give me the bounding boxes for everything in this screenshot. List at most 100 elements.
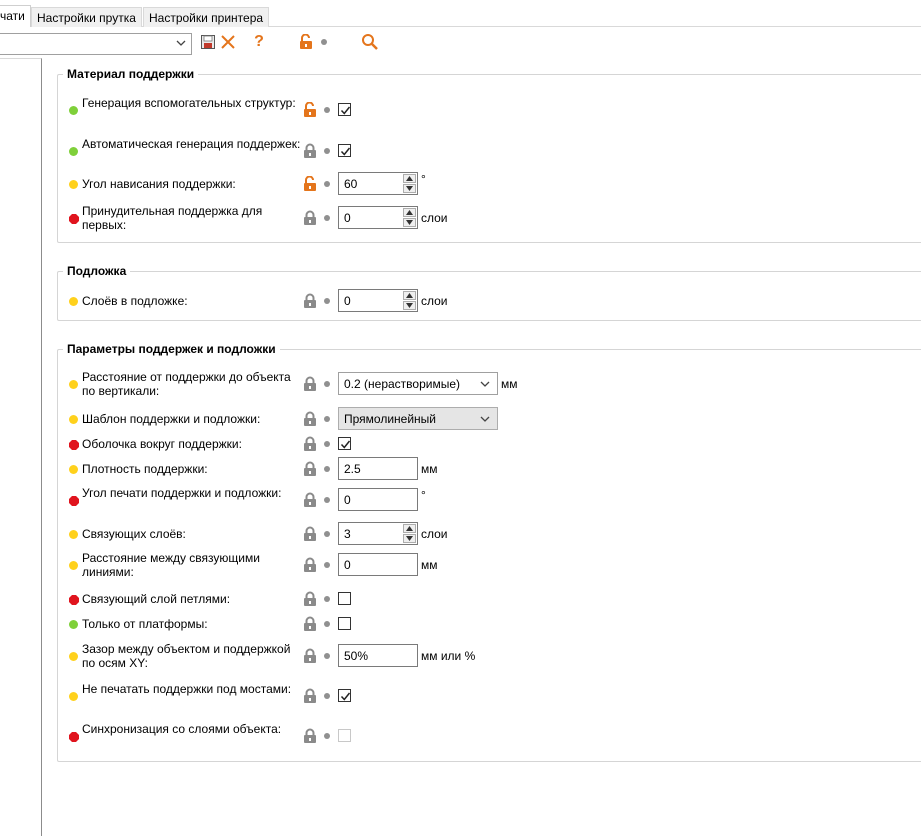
option-text-field[interactable]: 0 xyxy=(338,553,418,576)
unlock-icon[interactable] xyxy=(303,175,317,192)
spin-up-icon[interactable] xyxy=(403,174,416,183)
spin-up-icon[interactable] xyxy=(403,208,416,217)
reset-dot-icon[interactable] xyxy=(324,562,330,568)
option-checkbox[interactable] xyxy=(338,592,351,605)
lock-icon[interactable] xyxy=(303,526,317,542)
reset-dot-icon[interactable] xyxy=(324,531,330,537)
search-icon[interactable] xyxy=(360,32,380,52)
option-label: Угол печати поддержки и подложки: xyxy=(82,486,282,500)
lock-icon[interactable] xyxy=(303,376,317,392)
spinner-value[interactable]: 0 xyxy=(344,294,351,308)
option-checkbox[interactable] xyxy=(338,617,351,630)
option-spinner[interactable]: 3 xyxy=(338,522,418,545)
unlock-icon[interactable] xyxy=(296,32,316,52)
spin-up-icon[interactable] xyxy=(403,524,416,533)
lock-icon[interactable] xyxy=(303,648,317,664)
lock-icon[interactable] xyxy=(303,210,317,226)
reset-dot-icon[interactable] xyxy=(324,497,330,503)
option-text-field[interactable]: 0 xyxy=(338,488,418,511)
option-row: Генерация вспомогательных структур: xyxy=(58,95,921,125)
option-label: Оболочка вокруг поддержки: xyxy=(82,437,242,451)
preset-toolbar: ? xyxy=(0,27,921,57)
spinner-value[interactable]: 60 xyxy=(344,177,357,191)
option-label: Угол нависания поддержки: xyxy=(82,177,236,191)
field-value[interactable]: 0 xyxy=(344,558,351,572)
lock-icon[interactable] xyxy=(303,293,317,309)
reset-dot-icon[interactable] xyxy=(324,441,330,447)
option-checkbox[interactable] xyxy=(338,144,351,157)
spin-down-icon[interactable] xyxy=(403,218,416,227)
status-yellow-dot-icon xyxy=(69,297,78,306)
reset-dot-icon[interactable] xyxy=(324,621,330,627)
help-icon[interactable]: ? xyxy=(249,32,269,52)
status-yellow-dot-icon xyxy=(69,180,78,189)
reset-dot-icon[interactable] xyxy=(324,181,330,187)
option-checkbox[interactable] xyxy=(338,689,351,702)
save-icon[interactable] xyxy=(198,32,218,52)
status-yellow-dot-icon xyxy=(69,692,78,701)
spinner-value[interactable]: 0 xyxy=(344,211,351,225)
reset-dot-icon[interactable] xyxy=(324,215,330,221)
field-value[interactable]: 2.5 xyxy=(344,462,361,476)
spin-down-icon[interactable] xyxy=(403,301,416,310)
unlock-icon[interactable] xyxy=(303,101,317,118)
spinner-value[interactable]: 3 xyxy=(344,527,351,541)
spinner-buttons xyxy=(403,174,416,193)
lock-icon[interactable] xyxy=(303,461,317,477)
lock-icon[interactable] xyxy=(303,557,317,573)
option-unit: мм или % xyxy=(421,649,476,663)
settings-group: Материал поддержки Генерация вспомогатель… xyxy=(57,67,921,243)
option-checkbox[interactable] xyxy=(338,103,351,116)
option-label: Генерация вспомогательных структур: xyxy=(82,96,296,110)
reset-dot-icon[interactable] xyxy=(324,298,330,304)
page-tree-panel[interactable] xyxy=(0,58,42,836)
tab-filament-settings[interactable]: Настройки прутка xyxy=(31,7,142,27)
option-text-field[interactable]: 50% xyxy=(338,644,418,667)
option-checkbox xyxy=(338,729,351,742)
option-text-field[interactable]: 2.5 xyxy=(338,457,418,480)
lock-icon[interactable] xyxy=(303,436,317,452)
lock-icon[interactable] xyxy=(303,688,317,704)
reset-dot-icon[interactable] xyxy=(324,693,330,699)
option-label: Не печатать поддержки под мостами: xyxy=(82,682,292,696)
reset-dot-icon[interactable] xyxy=(324,148,330,154)
status-green-dot-icon xyxy=(69,106,78,115)
field-value[interactable]: 50% xyxy=(344,649,368,663)
field-value[interactable]: 0 xyxy=(344,493,351,507)
option-dropdown[interactable]: 0.2 (нерастворимые) xyxy=(338,372,498,395)
lock-icon[interactable] xyxy=(303,143,317,159)
chevron-down-icon xyxy=(176,40,186,46)
option-spinner[interactable]: 0 xyxy=(338,206,418,229)
reset-dot-icon[interactable] xyxy=(324,416,330,422)
reset-dot-icon[interactable] xyxy=(324,107,330,113)
delete-icon[interactable] xyxy=(218,32,238,52)
lock-icon[interactable] xyxy=(303,616,317,632)
spin-up-icon[interactable] xyxy=(403,291,416,300)
option-row: Автоматическая генерация поддержек: xyxy=(58,136,921,166)
reset-dot-icon[interactable] xyxy=(324,653,330,659)
option-spinner[interactable]: 60 xyxy=(338,172,418,195)
option-label: Расстояние между связующими линиями: xyxy=(82,551,260,579)
spin-down-icon[interactable] xyxy=(403,184,416,193)
option-row: Слоёв в подложке: 0 слои xyxy=(58,286,921,316)
reset-dot-icon[interactable] xyxy=(324,596,330,602)
spin-down-icon[interactable] xyxy=(403,534,416,543)
option-unit: слои xyxy=(421,527,448,541)
option-label: Слоёв в подложке: xyxy=(82,294,188,308)
reset-dot-icon[interactable] xyxy=(324,733,330,739)
option-spinner[interactable]: 0 xyxy=(338,289,418,312)
lock-icon[interactable] xyxy=(303,492,317,508)
option-checkbox[interactable] xyxy=(338,437,351,450)
option-label: Автоматическая генерация поддержек: xyxy=(82,137,301,151)
lock-icon[interactable] xyxy=(303,591,317,607)
option-unit: мм xyxy=(501,377,518,391)
status-yellow-dot-icon xyxy=(69,530,78,539)
reset-dot-icon[interactable] xyxy=(324,381,330,387)
preset-select[interactable] xyxy=(0,33,192,55)
tab-printer-settings[interactable]: Настройки принтера xyxy=(143,7,270,27)
option-dropdown[interactable]: Прямолинейный xyxy=(338,407,498,430)
tab-print-settings[interactable]: чати xyxy=(0,5,31,28)
reset-dot-icon[interactable] xyxy=(324,466,330,472)
lock-icon[interactable] xyxy=(303,728,317,744)
lock-icon[interactable] xyxy=(303,411,317,427)
